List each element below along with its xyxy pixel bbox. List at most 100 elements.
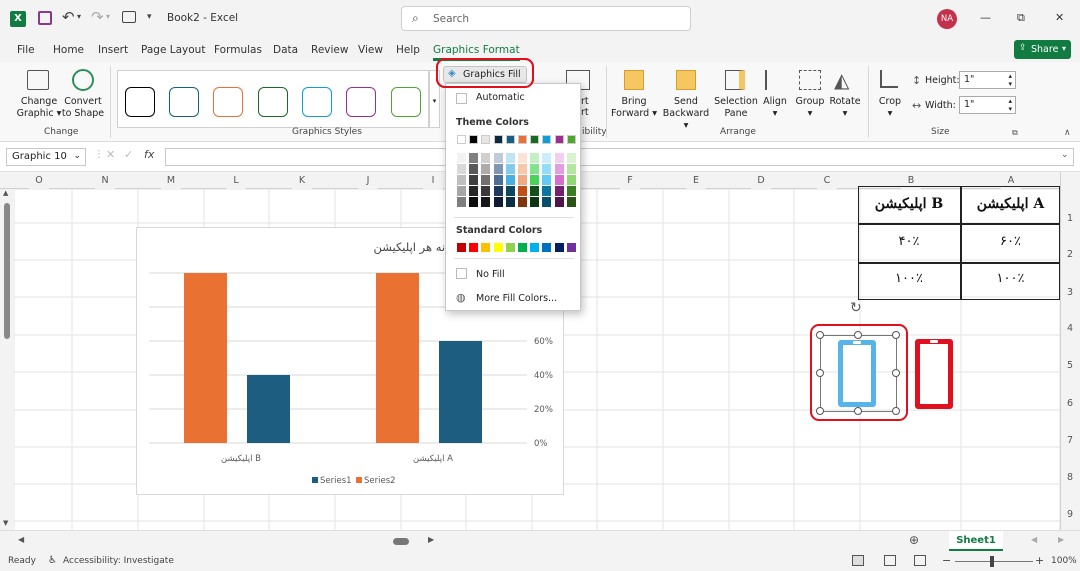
column-header-O[interactable]: O [29, 172, 49, 189]
bar-series2-1[interactable] [376, 273, 419, 443]
standard-color-swatch[interactable] [518, 243, 527, 252]
resize-handle[interactable] [854, 331, 862, 339]
scroll-right-icon[interactable]: ▶ [428, 535, 434, 544]
cancel-icon[interactable]: ✕ [106, 148, 115, 161]
theme-shade-swatch[interactable] [554, 153, 564, 163]
standard-color-swatch[interactable] [457, 243, 466, 252]
row-header-5[interactable]: 5 [1060, 360, 1080, 371]
theme-shade-swatch[interactable] [493, 197, 503, 207]
style-swatch-black[interactable] [125, 87, 155, 117]
cell-a2[interactable]: ۶۰٪ [961, 234, 1060, 249]
cell-a3[interactable]: ۱۰۰٪ [961, 271, 1060, 286]
column-header-M[interactable]: M [161, 172, 181, 189]
cell-b3[interactable]: ۱۰۰٪ [858, 271, 960, 286]
theme-shade-swatch[interactable] [518, 197, 527, 207]
theme-shade-swatch[interactable] [530, 186, 540, 196]
column-header-E[interactable]: E [686, 172, 706, 189]
more-fill-colors-option[interactable]: More Fill Colors... [476, 293, 557, 304]
theme-shade-swatch[interactable] [469, 153, 479, 163]
scroll-down-icon[interactable]: ▼ [3, 519, 8, 527]
theme-color-swatch[interactable] [493, 135, 503, 144]
tab-home[interactable]: Home [53, 44, 84, 56]
name-box[interactable]: Graphic 10 ⌄ [6, 148, 86, 166]
theme-shade-swatch[interactable] [469, 197, 479, 207]
change-graphic-button[interactable]: Change Graphic ▾ [14, 96, 64, 120]
theme-shade-swatch[interactable] [566, 164, 576, 174]
theme-shade-swatch[interactable] [481, 197, 491, 207]
standard-color-swatch[interactable] [542, 243, 552, 252]
tab-file[interactable]: File [17, 44, 35, 56]
zoom-in-icon[interactable]: + [1035, 554, 1044, 567]
style-swatch-blue[interactable] [302, 87, 332, 117]
print-preview-icon[interactable] [122, 11, 136, 23]
theme-shade-swatch[interactable] [566, 197, 576, 207]
theme-shade-swatch[interactable] [457, 186, 466, 196]
theme-color-swatch[interactable] [469, 135, 479, 144]
theme-color-swatch[interactable] [481, 135, 491, 144]
save-icon[interactable] [38, 11, 52, 25]
theme-shade-swatch[interactable] [542, 164, 552, 174]
column-header-F[interactable]: F [620, 172, 640, 189]
undo-icon[interactable]: ↶ [62, 8, 75, 26]
theme-shade-swatch[interactable] [530, 153, 540, 163]
theme-shade-swatch[interactable] [505, 175, 515, 185]
row-header-8[interactable]: 8 [1060, 472, 1080, 483]
standard-color-swatch[interactable] [530, 243, 540, 252]
tab-page-layout[interactable]: Page Layout [141, 44, 205, 56]
selection-pane-button[interactable]: Selection Pane [713, 96, 759, 120]
hscroll-thumb[interactable] [393, 538, 409, 545]
theme-shade-swatch[interactable] [530, 175, 540, 185]
name-box-dropdown-icon[interactable]: ⌄ [73, 151, 81, 161]
width-input[interactable]: 1" ▴ ▾ [959, 96, 1016, 114]
standard-color-swatch[interactable] [505, 243, 515, 252]
theme-shade-swatch[interactable] [566, 175, 576, 185]
crop-button[interactable]: Crop ▾ [875, 96, 905, 120]
accessibility-icon[interactable]: ♿ [48, 555, 57, 566]
theme-shade-swatch[interactable] [518, 175, 527, 185]
theme-shade-swatch[interactable] [505, 164, 515, 174]
row-header-1[interactable]: 1 [1060, 213, 1080, 224]
theme-shade-swatch[interactable] [505, 153, 515, 163]
theme-shade-swatch[interactable] [554, 197, 564, 207]
redo-dropdown-icon[interactable]: ▾ [106, 12, 110, 21]
theme-color-swatch[interactable] [554, 135, 564, 144]
standard-color-swatch[interactable] [469, 243, 479, 252]
zoom-level[interactable]: 100% [1051, 556, 1077, 566]
row-header-3[interactable]: 3 [1060, 287, 1080, 298]
theme-shade-swatch[interactable] [566, 153, 576, 163]
enter-icon[interactable]: ✓ [124, 148, 133, 161]
theme-color-swatch[interactable] [530, 135, 540, 144]
column-header-D[interactable]: D [751, 172, 771, 189]
send-backward-button[interactable]: Send Backward ▾ [660, 96, 712, 132]
collapse-ribbon-icon[interactable]: ∧ [1064, 128, 1071, 138]
resize-handle[interactable] [892, 369, 900, 377]
theme-shade-swatch[interactable] [469, 175, 479, 185]
graphics-styles-gallery[interactable] [117, 70, 429, 128]
theme-shade-swatch[interactable] [518, 186, 527, 196]
tab-review[interactable]: Review [311, 44, 348, 56]
add-sheet-icon[interactable]: ⊕ [909, 533, 919, 547]
theme-shade-swatch[interactable] [481, 153, 491, 163]
zoom-slider[interactable] [955, 561, 1033, 562]
scroll-up-icon[interactable]: ▲ [3, 189, 8, 197]
bar-series2-0[interactable] [184, 273, 227, 443]
tab-data[interactable]: Data [273, 44, 298, 56]
convert-to-shape-button[interactable]: Convert to Shape [59, 96, 107, 120]
size-dialog-launcher-icon[interactable]: ⧉ [1012, 128, 1018, 138]
theme-shade-swatch[interactable] [457, 164, 466, 174]
header-app-b[interactable]: اپلیکیشن B [858, 196, 960, 212]
theme-shade-swatch[interactable] [554, 175, 564, 185]
theme-color-swatch[interactable] [542, 135, 552, 144]
resize-handle[interactable] [816, 331, 824, 339]
resize-handle[interactable] [816, 369, 824, 377]
height-spinner-icon[interactable]: ▴ ▾ [1008, 72, 1012, 88]
theme-shade-swatch[interactable] [457, 175, 466, 185]
expand-formula-icon[interactable]: ⌄ [1061, 150, 1069, 160]
normal-view-icon[interactable] [852, 555, 864, 566]
resize-handle[interactable] [892, 331, 900, 339]
zoom-out-icon[interactable]: − [942, 554, 951, 567]
theme-shade-swatch[interactable] [542, 186, 552, 196]
vertical-scrollbar[interactable]: ▲ ▼ [0, 189, 14, 530]
tab-formulas[interactable]: Formulas [214, 44, 262, 56]
group-button[interactable]: Group ▾ [793, 96, 827, 120]
